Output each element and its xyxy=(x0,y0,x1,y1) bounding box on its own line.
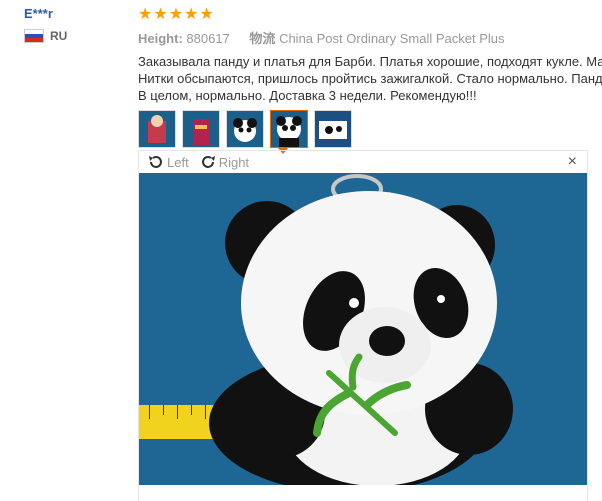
review-text-line: В целом, нормально. Доставка 3 недели. Р… xyxy=(138,88,477,103)
rotate-right-icon xyxy=(201,156,215,168)
viewer-toolbar: Left Right xyxy=(139,151,587,173)
thumbnail-2[interactable] xyxy=(182,110,220,148)
rating-stars: ★ ★ ★ ★ ★ xyxy=(138,6,602,24)
review-photo xyxy=(139,173,587,485)
star-icon: ★ xyxy=(184,6,199,23)
review-meta: Height: 880617 物流 China Post Ordinary Sm… xyxy=(138,28,602,47)
thumbnail-3[interactable] xyxy=(226,110,264,148)
star-icon: ★ xyxy=(168,6,184,23)
review-body: ★ ★ ★ ★ ★ Height: 880617 物流 China Post O… xyxy=(138,6,602,154)
shipping-value: China Post Ordinary Small Packet Plus xyxy=(279,31,505,46)
reviewer-country: RU xyxy=(24,29,67,43)
review-text: Заказывала панду и платья для Барби. Пла… xyxy=(138,53,602,104)
thumbnail-1[interactable] xyxy=(138,110,176,148)
height-label: Height: xyxy=(138,31,183,46)
review-text-line: Нитки обсыпаются, пришлось пройтись зажи… xyxy=(138,71,602,86)
rotate-left-button[interactable]: Left xyxy=(147,153,189,171)
reviewer-info: E***r RU xyxy=(24,6,67,43)
rotate-left-label: Left xyxy=(167,154,189,170)
close-icon[interactable]: × xyxy=(568,153,577,171)
review-text-line: Заказывала панду и платья для Барби. Пла… xyxy=(138,54,602,69)
star-icon: ★ xyxy=(199,6,214,23)
rotate-left-icon xyxy=(149,156,162,168)
russia-flag-icon xyxy=(24,29,44,43)
star-icon: ★ xyxy=(138,6,153,23)
star-icon: ★ xyxy=(153,6,168,23)
country-code: RU xyxy=(50,29,68,43)
height-value: 880617 xyxy=(186,31,230,46)
rotate-right-label: Right xyxy=(218,154,250,170)
shipping-label: 物流 xyxy=(249,31,276,46)
reviewer-name[interactable]: E***r xyxy=(24,6,67,21)
thumbnail-5[interactable] xyxy=(314,110,352,148)
thumbnail-4-active[interactable] xyxy=(270,110,308,148)
photo-viewer: Left Right × xyxy=(138,150,588,501)
photo-thumbnails xyxy=(138,110,602,148)
rotate-right-button[interactable]: Right xyxy=(199,153,249,171)
